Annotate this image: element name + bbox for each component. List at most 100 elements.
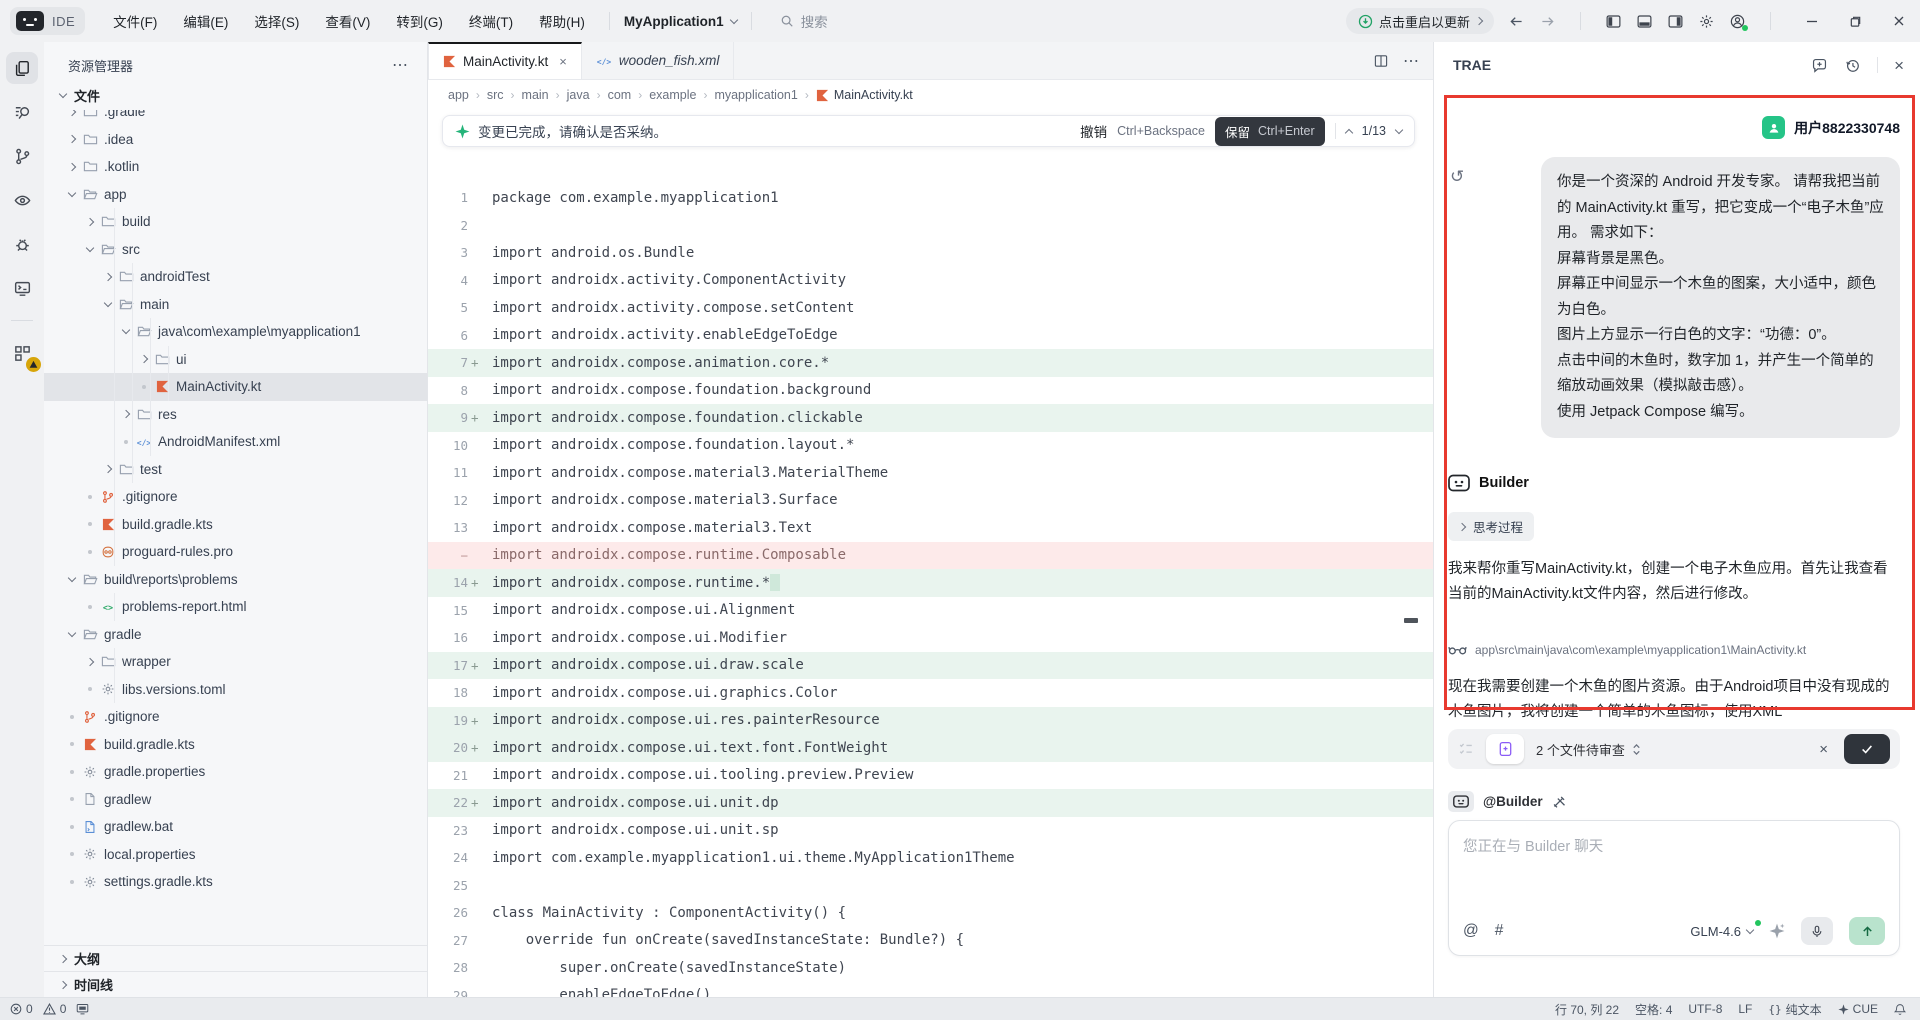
split-editor-button[interactable] [1373, 53, 1389, 69]
code-line-21[interactable]: 21import androidx.compose.ui.tooling.pre… [428, 762, 1433, 790]
next-change-button[interactable] [1395, 125, 1403, 133]
thinking-process-toggle[interactable]: 思考过程 [1448, 512, 1534, 541]
menu-item-2[interactable]: 选择(S) [244, 7, 309, 35]
tree-item-ui[interactable]: ui [44, 346, 427, 374]
send-button[interactable] [1849, 917, 1885, 945]
tree-item-wrapper[interactable]: wrapper [44, 648, 427, 676]
tree-item-.idea[interactable]: .idea [44, 126, 427, 154]
activity-search-button[interactable] [6, 96, 38, 128]
review-files-button[interactable] [1486, 734, 1524, 764]
code-line-22[interactable]: 22+import androidx.compose.ui.unit.dp [428, 789, 1433, 817]
tree-item-.kotlin[interactable]: .kotlin [44, 153, 427, 181]
tree-item-local.properties[interactable]: local.properties [44, 841, 427, 869]
tree-item-res[interactable]: res [44, 401, 427, 429]
code-line-1[interactable]: 1package com.example.myapplication1 [428, 184, 1433, 212]
code-line-20[interactable]: 20+import androidx.compose.ui.text.font.… [428, 734, 1433, 762]
activity-terminal-button[interactable] [6, 272, 38, 304]
tree-item-build-reports-problems[interactable]: build\reports\problems [44, 566, 427, 594]
checklist-icon[interactable] [1458, 741, 1474, 757]
code-line-27[interactable]: 27 override fun onCreate(savedInstanceSt… [428, 927, 1433, 955]
code-line-24[interactable]: 24import com.example.myapplication1.ui.t… [428, 844, 1433, 872]
code-line-6[interactable]: 6import androidx.activity.enableEdgeToEd… [428, 322, 1433, 350]
status-item-空格-4[interactable]: 空格: 4 [1635, 1001, 1672, 1018]
window-restore-button[interactable] [1849, 15, 1862, 28]
toggle-left-panel-button[interactable] [1605, 13, 1622, 30]
code-line-7[interactable]: 7+import androidx.compose.animation.core… [428, 349, 1433, 377]
tree-item-build.gradle.kts[interactable]: build.gradle.kts [44, 511, 427, 539]
activity-explorer-button[interactable] [6, 52, 38, 84]
code-line-25[interactable]: 25 [428, 872, 1433, 900]
breadcrumb-item-java[interactable]: java [567, 88, 590, 102]
tree-item-src[interactable]: src [44, 236, 427, 264]
code-line-14[interactable]: 14+import androidx.compose.runtime.* [428, 569, 1433, 597]
explorer-more-actions-button[interactable]: ⋯ [392, 55, 409, 75]
tree-item-gradlew[interactable]: gradlew [44, 786, 427, 814]
code-line-18[interactable]: 18import androidx.compose.ui.graphics.Co… [428, 679, 1433, 707]
code-line-12[interactable]: 12import androidx.compose.material3.Surf… [428, 487, 1433, 515]
account-button[interactable] [1729, 13, 1746, 30]
tree-item-problems-report.html[interactable]: <>problems-report.html [44, 593, 427, 621]
tree-item-.gitignore[interactable]: .gitignore [44, 703, 427, 731]
activity-extensions-button[interactable] [6, 337, 38, 369]
breadcrumb-item-example[interactable]: example [649, 88, 696, 102]
context-tag-button[interactable]: # [1495, 922, 1504, 940]
breadcrumb-item-com[interactable]: com [608, 88, 632, 102]
toggle-bottom-panel-button[interactable] [1636, 13, 1653, 30]
tree-item-androidtest[interactable]: androidTest [44, 263, 427, 291]
problems-warnings-indicator[interactable]: 0 [43, 1002, 67, 1016]
code-line-4[interactable]: 4import androidx.activity.ComponentActiv… [428, 267, 1433, 295]
scrollbar-change-marker[interactable] [1404, 618, 1418, 623]
status-item-行-70-列-22[interactable]: 行 70, 列 22 [1555, 1001, 1619, 1018]
code-line-11[interactable]: 11import androidx.compose.material3.Mate… [428, 459, 1433, 487]
code-line-2[interactable]: 2 [428, 212, 1433, 240]
code-line-3[interactable]: 3import android.os.Bundle [428, 239, 1433, 267]
tree-item-gradlew.bat[interactable]: gradlew.bat [44, 813, 427, 841]
status-item-bell[interactable] [1894, 1003, 1906, 1016]
code-line-29[interactable]: 29 enableEdgeToEdge() [428, 982, 1433, 998]
restart-to-update-button[interactable]: 点击重启以更新 [1346, 8, 1494, 34]
app-logo[interactable]: IDE [10, 7, 85, 35]
tool-call-row[interactable]: app\src\main\java\com\example\myapplicat… [1448, 643, 1900, 657]
problems-errors-indicator[interactable]: 0 [10, 1002, 33, 1016]
voice-input-button[interactable] [1801, 917, 1833, 945]
tree-item-proguard-rules.pro[interactable]: proguard-rules.pro [44, 538, 427, 566]
chat-input-box[interactable]: 您正在与 Builder 聊天 @ # GLM-4.6 [1448, 820, 1900, 956]
accept-all-button[interactable] [1844, 734, 1890, 764]
menu-item-4[interactable]: 转到(G) [386, 7, 453, 35]
tree-item-app[interactable]: app [44, 181, 427, 209]
code-line-−[interactable]: −import androidx.compose.runtime.Composa… [428, 542, 1433, 570]
code-line-9[interactable]: 9+import androidx.compose.foundation.cli… [428, 404, 1433, 432]
menu-item-5[interactable]: 终端(T) [459, 7, 523, 35]
breadcrumb-item-main[interactable]: main [522, 88, 549, 102]
agent-mention-label[interactable]: @Builder [1483, 794, 1543, 809]
breadcrumb-item-current-file[interactable]: MainActivity.kt [816, 88, 913, 102]
code-line-10[interactable]: 10import androidx.compose.foundation.lay… [428, 432, 1433, 460]
status-item-CUE[interactable]: CUE [1838, 1002, 1878, 1016]
window-close-button[interactable] [1892, 14, 1906, 28]
breadcrumb-item-app[interactable]: app [448, 88, 469, 102]
agent-chip[interactable] [1448, 791, 1474, 812]
code-view[interactable]: 1package com.example.myapplication123imp… [428, 110, 1433, 997]
breadcrumb-item-src[interactable]: src [487, 88, 504, 102]
keep-button[interactable]: 保留 Ctrl+Enter [1215, 117, 1325, 146]
editor-more-actions-button[interactable]: ⋯ [1403, 51, 1419, 71]
explorer-section-files[interactable]: 文件 [44, 80, 427, 110]
section-timeline[interactable]: 时间线 [44, 971, 427, 997]
status-item-UTF-8[interactable]: UTF-8 [1688, 1002, 1722, 1016]
enhance-prompt-sparkle-icon[interactable] [1769, 923, 1785, 939]
status-item-LF[interactable]: LF [1738, 1002, 1752, 1016]
code-line-19[interactable]: 19+import androidx.compose.ui.res.painte… [428, 707, 1433, 735]
tree-item-androidmanifest.xml[interactable]: </>AndroidManifest.xml [44, 428, 427, 456]
ports-icon[interactable] [76, 1003, 89, 1015]
code-line-16[interactable]: 16import androidx.compose.ui.Modifier [428, 624, 1433, 652]
code-line-8[interactable]: 8import androidx.compose.foundation.back… [428, 377, 1433, 405]
section-outline[interactable]: 大纲 [44, 945, 427, 971]
code-line-28[interactable]: 28 super.onCreate(savedInstanceState) [428, 954, 1433, 982]
discard-button[interactable]: 撤销 [1080, 121, 1107, 141]
nav-back-button[interactable] [1508, 13, 1525, 30]
expand-updown-icon[interactable] [1631, 743, 1642, 756]
menu-item-6[interactable]: 帮助(H) [529, 7, 595, 35]
code-line-13[interactable]: 13import androidx.compose.material3.Text [428, 514, 1433, 542]
code-line-17[interactable]: 17+import androidx.compose.ui.draw.scale [428, 652, 1433, 680]
tree-item-mainactivity.kt[interactable]: MainActivity.kt [44, 373, 427, 401]
